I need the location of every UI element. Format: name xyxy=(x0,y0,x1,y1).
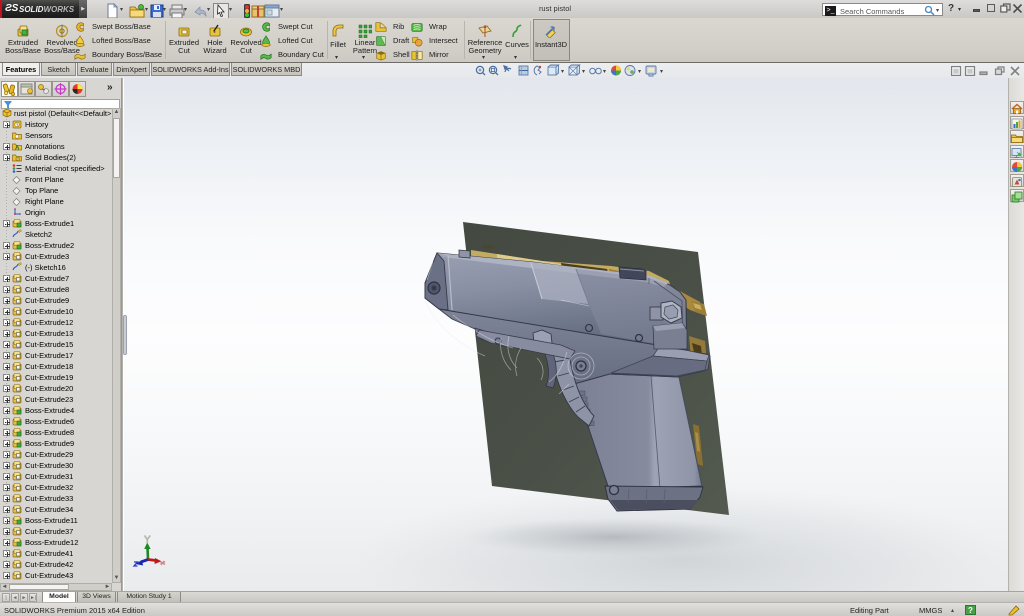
svg-text:A: A xyxy=(15,146,20,152)
svg-text:▾: ▾ xyxy=(561,69,564,75)
svg-text:▾: ▾ xyxy=(582,69,585,75)
svg-text:▾: ▾ xyxy=(660,69,663,75)
svg-text:▾: ▾ xyxy=(638,69,641,75)
svg-text:▾: ▾ xyxy=(603,69,606,75)
